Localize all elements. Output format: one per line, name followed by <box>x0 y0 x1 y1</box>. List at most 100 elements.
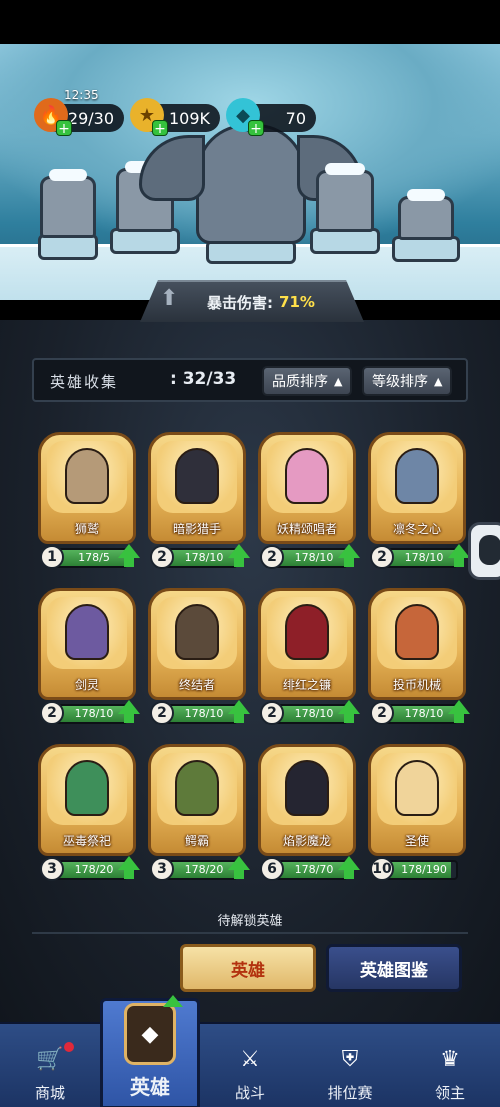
nav-label: 商城 <box>34 1084 65 1102</box>
nav-label: 排位赛 <box>327 1084 373 1102</box>
crossed-swords-icon: ⚔ <box>240 1046 260 1072</box>
hero-level-badge: 2 <box>370 545 394 569</box>
side-hero-peek[interactable] <box>468 522 500 580</box>
add-gems-button[interactable]: + <box>248 120 264 137</box>
hero-card[interactable]: 绯红之镰 178/10 2 <box>258 588 360 730</box>
hero-card[interactable]: 终结者 178/10 2 <box>148 588 250 730</box>
hero-level-badge: 2 <box>260 701 284 725</box>
sort-quality-label: 品质排序 <box>272 374 328 390</box>
hero-card[interactable]: 鳄霸 178/20 3 <box>148 744 250 886</box>
arrow-up-icon: ⬆ <box>160 286 179 311</box>
nav-shop[interactable]: 🛒 商城 <box>0 1024 100 1107</box>
shop-icon: 🛒 <box>36 1046 64 1072</box>
upgrade-arrow-icon <box>228 544 250 567</box>
upgrade-arrow-icon <box>118 700 140 723</box>
upgrade-arrow-icon <box>118 544 140 567</box>
hero-portrait <box>395 760 439 816</box>
upgrade-arrow-icon <box>338 856 360 879</box>
hero-level-badge: 6 <box>260 857 284 881</box>
locked-heroes-label: 待解锁英雄 <box>217 914 283 929</box>
hero-portrait <box>285 448 329 504</box>
hero-portrait <box>175 448 219 504</box>
hero-name: 绯红之镰 <box>282 678 331 692</box>
hero-level-badge: 3 <box>150 857 174 881</box>
clock-time: 12:35 <box>64 88 99 102</box>
hero-name: 巫毒祭祀 <box>62 834 111 848</box>
upgrade-arrow-icon <box>118 856 140 879</box>
hero-portrait <box>65 604 109 660</box>
hero-level-badge: 2 <box>370 701 394 725</box>
hero-name: 圣使 <box>404 834 429 848</box>
nav-label: 战斗 <box>234 1084 265 1102</box>
notification-dot <box>64 1042 74 1052</box>
hero-statue <box>40 169 96 238</box>
hero-card[interactable]: 狮鹫 178/5 1 <box>38 432 140 574</box>
nav-lord[interactable]: ♛ 领主 <box>400 1024 500 1107</box>
collection-title: 英雄收集 <box>50 373 119 391</box>
hero-card[interactable]: 投币机械 178/10 2 <box>368 588 470 730</box>
hero-shard-count: 178/20 <box>184 863 224 876</box>
hero-name: 焰影魔龙 <box>282 834 331 848</box>
hero-level-badge: 3 <box>40 857 64 881</box>
nav-heroes[interactable]: ◆ 英雄 <box>100 995 200 1107</box>
hero-portrait <box>395 604 439 660</box>
hero-portrait <box>65 448 109 504</box>
sort-by-level-button[interactable]: 等级排序 ▲ <box>362 366 452 396</box>
hero-name: 凛冬之心 <box>392 522 441 536</box>
hero-portrait <box>395 448 439 504</box>
hero-name: 鳄霸 <box>184 834 209 848</box>
sort-by-quality-button[interactable]: 品质排序 ▲ <box>262 366 352 396</box>
hero-card[interactable]: 焰影魔龙 178/70 6 <box>258 744 360 886</box>
hero-card[interactable]: 剑灵 178/10 2 <box>38 588 140 730</box>
gem-counter[interactable]: ◆ + 70 <box>226 98 316 137</box>
bottom-navigation: 🛒 商城 ◆ 英雄 ⚔ 战斗 ⛨ 排位赛 ♛ 领主 <box>0 995 500 1107</box>
hero-portrait <box>285 604 329 660</box>
hero-statue <box>316 163 374 232</box>
dragon-statue <box>139 124 363 244</box>
hero-portrait <box>175 604 219 660</box>
hero-shard-count: 178/10 <box>404 551 444 564</box>
hero-shard-count: 178/10 <box>294 707 334 720</box>
add-gold-button[interactable]: + <box>152 120 168 137</box>
hero-card[interactable]: 凛冬之心 178/10 2 <box>368 432 470 574</box>
hero-level-badge: 2 <box>40 701 64 725</box>
top-status-bar <box>0 0 500 44</box>
upgrade-arrow-icon <box>228 700 250 723</box>
hero-card[interactable]: 巫毒祭祀 178/20 3 <box>38 744 140 886</box>
hero-shard-count: 178/5 <box>78 551 110 564</box>
hero-name: 剑灵 <box>74 678 99 692</box>
hero-portrait <box>285 760 329 816</box>
hero-portrait <box>175 760 219 816</box>
sort-level-label: 等级排序 <box>372 374 428 390</box>
hero-shard-count: 178/10 <box>184 707 224 720</box>
hero-shard-count: 178/10 <box>74 707 114 720</box>
upgrade-arrow-icon <box>228 856 250 879</box>
hero-card[interactable]: 圣使 178/190 10 <box>368 744 466 886</box>
hero-name: 终结者 <box>178 678 215 692</box>
ranked-shield-icon: ⛨ <box>341 1046 359 1072</box>
add-stamina-button[interactable]: + <box>56 120 72 137</box>
hero-card[interactable]: 妖精颂唱者 178/10 2 <box>258 432 360 574</box>
heroes-tab-button[interactable]: 英雄 <box>180 944 316 992</box>
hero-shard-count: 178/20 <box>74 863 114 876</box>
upgrade-arrow-icon <box>338 544 360 567</box>
hero-name: 妖精颂唱者 <box>276 522 337 536</box>
hero-name: 狮鹫 <box>74 522 99 536</box>
hero-level-badge: 10 <box>370 857 394 881</box>
hero-shard-count: 178/70 <box>294 863 334 876</box>
hero-level-badge: 1 <box>40 545 64 569</box>
hero-card[interactable]: 暗影猎手 178/10 2 <box>148 432 250 574</box>
crit-damage-value: 71% <box>279 293 315 311</box>
nav-label: 领主 <box>434 1084 465 1102</box>
hero-level-badge: 2 <box>150 701 174 725</box>
hero-codex-button[interactable]: 英雄图鉴 <box>326 944 462 992</box>
crit-damage-banner[interactable]: ⬆ 暴击伤害: 71% <box>140 280 364 322</box>
section-divider <box>32 932 468 934</box>
hero-shard-count: 178/10 <box>404 707 444 720</box>
nav-battle[interactable]: ⚔ 战斗 <box>200 1024 300 1107</box>
hero-shard-count: 178/190 <box>401 863 447 876</box>
hero-shard-count: 178/10 <box>294 551 334 564</box>
stamina-counter[interactable]: 🔥 + 29/30 <box>34 98 124 137</box>
gold-counter[interactable]: ★ + 109K <box>130 98 220 137</box>
nav-ranked[interactable]: ⛨ 排位赛 <box>300 1024 400 1107</box>
